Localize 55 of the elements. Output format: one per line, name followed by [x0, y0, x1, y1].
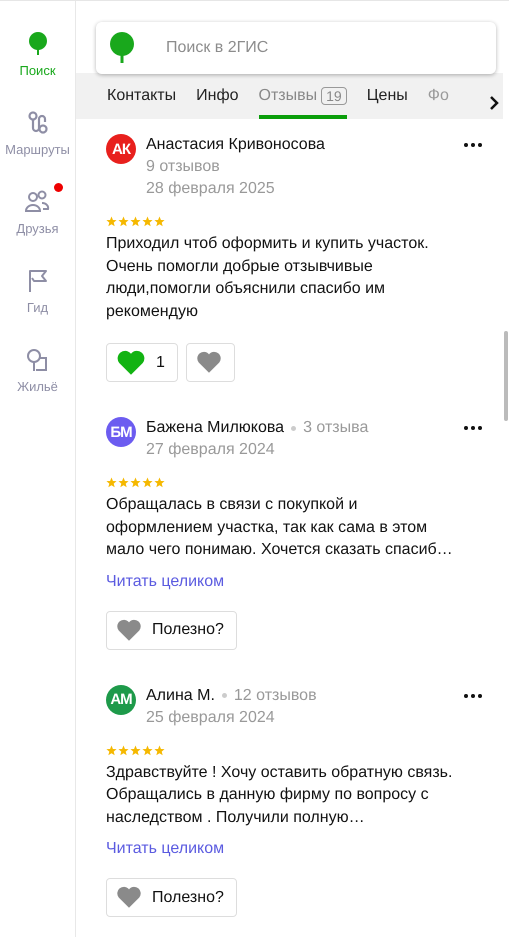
review-text: Обращалась в связи с покупкой и оформлением участка, так как сама в этом мало чего понимаю. Хочется сказать спасиб…: [106, 495, 454, 560]
review-text: Здравствуйте ! Хочу оставить обратную связь. Обращались в данную фирму по вопросу с наследством . Получили полную…: [106, 762, 454, 828]
star-icon: [130, 744, 141, 756]
heart-icon: [116, 618, 142, 642]
star-icon: [118, 744, 129, 756]
heart-icon: [196, 351, 222, 374]
heart-icon: [116, 886, 142, 909]
review-count: 12 отзывов: [234, 686, 317, 706]
useful-button[interactable]: Полезно?: [106, 610, 237, 650]
search-field[interactable]: Поиск в 2ГИС: [96, 22, 496, 74]
more-icon[interactable]: [463, 425, 483, 431]
star-icon: [118, 216, 129, 227]
notification-dot: [54, 183, 63, 192]
star-icon: [130, 477, 141, 488]
more-icon[interactable]: [463, 142, 483, 148]
review-text: Приходил чтоб оформить и купить участок. Очень помогли добрые отзывчивые люди,помогли объяснили спасибо им рекомендую: [106, 234, 430, 322]
star-icon: [154, 744, 165, 756]
star-icon: [142, 216, 153, 227]
chevron-right-icon[interactable]: [489, 95, 499, 111]
read-more-link[interactable]: Читать целиком: [106, 840, 224, 858]
star-icon: [130, 216, 141, 227]
heart-icon: [116, 350, 146, 376]
star-icon: [106, 477, 117, 488]
review-count: 3 отзыва: [303, 418, 368, 438]
avatar: АК: [106, 134, 136, 164]
review-count: 9 отзывов: [146, 157, 221, 177]
dislike-button[interactable]: [186, 343, 235, 382]
star-icon: [142, 744, 153, 756]
reviewer-name[interactable]: Алина М.: [146, 684, 215, 706]
reviewer-name[interactable]: Анастасия Кривоносова: [146, 134, 325, 156]
star-icon: [106, 744, 117, 756]
star-icon: [118, 477, 129, 488]
separator-dot: [291, 426, 296, 430]
tab[interactable]: Инфо: [196, 73, 239, 119]
separator-dot: [222, 693, 227, 698]
review-date: 27 февраля 2024: [146, 440, 276, 460]
avatar: БМ: [106, 417, 136, 447]
review-date: 28 февраля 2025: [146, 179, 276, 199]
more-icon[interactable]: [463, 692, 483, 698]
count-badge: 19: [321, 87, 347, 105]
avatar: АМ: [106, 684, 136, 714]
tab[interactable]: Цены: [366, 73, 408, 119]
read-more-link[interactable]: Читать целиком: [106, 572, 224, 590]
star-icon: [154, 477, 165, 488]
review-date: 25 февраля 2024: [146, 708, 276, 728]
star-icon: [154, 216, 165, 227]
tab[interactable]: Контакты: [107, 73, 176, 119]
tree-logo-icon: [108, 32, 136, 64]
like-button[interactable]: 1: [106, 343, 178, 382]
people-icon: [24, 189, 50, 215]
reviewer-name[interactable]: Бажена Милюкова: [146, 417, 284, 439]
useful-button[interactable]: Полезно?: [106, 878, 237, 917]
star-icon: [142, 477, 153, 488]
star-icon: [106, 216, 117, 227]
scrollbar-thumb[interactable]: [504, 331, 508, 421]
